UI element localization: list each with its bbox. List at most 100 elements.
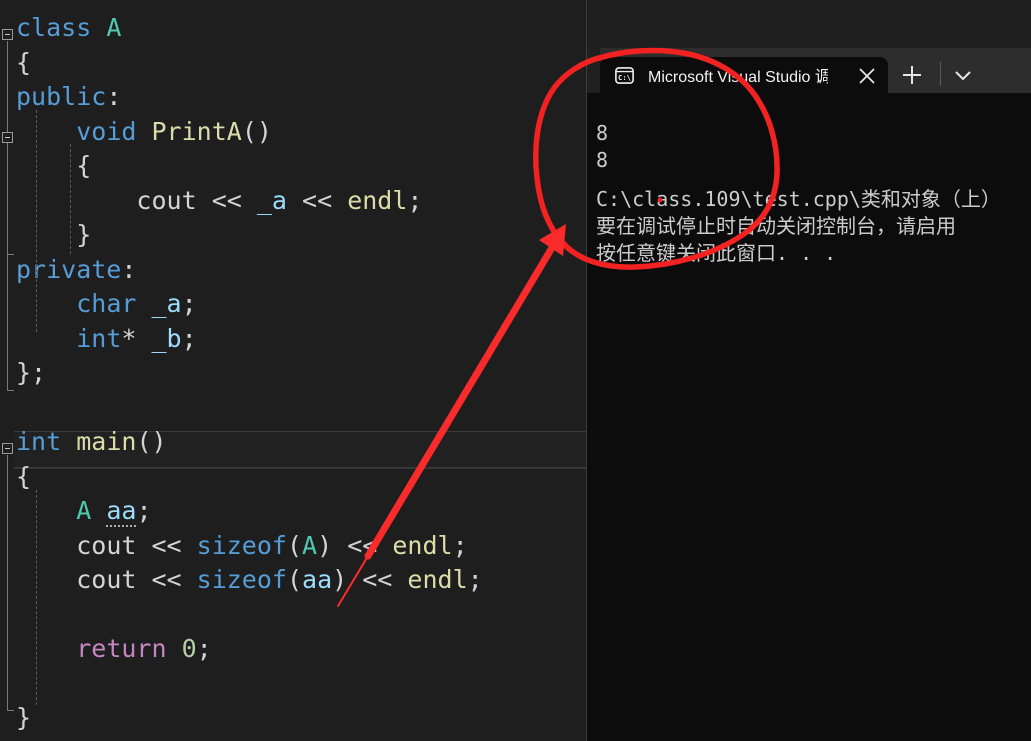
- code-token: int: [16, 427, 62, 456]
- code-token: ;: [181, 289, 197, 318]
- code-token: *: [121, 323, 137, 353]
- code-token: ;: [452, 530, 468, 560]
- code-token: _a: [151, 289, 182, 318]
- code-token: ): [317, 530, 333, 560]
- terminal-output-line: 8: [596, 148, 609, 172]
- code-token: A: [76, 496, 92, 525]
- code-token: cout: [76, 565, 137, 594]
- code-token: }: [16, 220, 92, 249]
- terminal-output-line: 要在调试停止时自动关闭控制台，请启用: [596, 214, 956, 238]
- code-token: char: [76, 289, 137, 318]
- terminal-output-line: 按任意键关闭此窗口. . .: [596, 241, 837, 265]
- code-token: _b: [151, 323, 182, 353]
- new-tab-icon[interactable]: [897, 60, 927, 90]
- fold-marker-main[interactable]: [2, 443, 13, 454]
- code-token: {: [16, 151, 92, 180]
- console-icon: C:\: [615, 66, 634, 84]
- fold-marker-class-a[interactable]: [2, 29, 13, 40]
- indent-guide-1: [36, 110, 38, 332]
- chevron-down-icon[interactable]: [950, 62, 976, 88]
- code-token: ;: [136, 496, 152, 525]
- code-line: public:: [16, 80, 121, 115]
- svg-text:C:\: C:\: [618, 73, 631, 82]
- code-line: cout << sizeof(A) << endl;: [16, 529, 468, 564]
- code-token: <<: [136, 565, 197, 594]
- code-token: cout: [76, 530, 137, 560]
- code-line: class A: [16, 11, 121, 46]
- close-icon[interactable]: [856, 65, 878, 87]
- code-token: public: [16, 82, 107, 111]
- code-token: cout: [136, 185, 197, 215]
- code-line: private:: [16, 253, 136, 288]
- code-token: class: [16, 13, 92, 42]
- fold-marker-printa[interactable]: [2, 132, 13, 143]
- code-token: sizeof: [196, 530, 287, 560]
- code-line: char _a;: [16, 287, 197, 322]
- terminal-tabbar-left-strip: [587, 48, 600, 93]
- code-token: ;: [467, 565, 483, 594]
- terminal-panel[interactable]: C:\ Microsoft Visual Studio 调试控 8: [587, 0, 1031, 741]
- terminal-output-line: C:\class.109\test.cpp\类和对象（上）: [596, 187, 1001, 211]
- code-text-area[interactable]: class A{public: void PrintA() { cout << …: [16, 0, 587, 741]
- code-line: {: [16, 149, 91, 184]
- editor-fold-gutter[interactable]: [0, 0, 16, 741]
- code-token: }: [16, 703, 32, 732]
- code-token: endl: [407, 565, 468, 594]
- code-token: return: [76, 634, 167, 663]
- code-token: <<: [136, 530, 197, 560]
- code-token: ;: [181, 323, 197, 353]
- code-editor[interactable]: class A{public: void PrintA() { cout << …: [0, 0, 587, 741]
- code-line: return 0;: [16, 632, 212, 667]
- code-token: sizeof: [196, 565, 287, 594]
- code-line: cout << sizeof(aa) << endl;: [16, 563, 483, 598]
- code-token: :: [121, 254, 137, 284]
- code-token: A: [106, 13, 122, 42]
- code-line: int main(): [16, 425, 167, 460]
- code-token: (: [286, 530, 303, 560]
- code-token: <<: [196, 185, 257, 215]
- code-line: };: [16, 356, 46, 391]
- code-token: <<: [347, 565, 408, 594]
- terminal-output-line: 8: [596, 121, 609, 145]
- fold-guide-line-printa: [7, 144, 8, 254]
- code-token: <<: [332, 530, 393, 560]
- code-token: (: [286, 565, 303, 594]
- terminal-title-strip: [587, 0, 1031, 48]
- code-token: };: [16, 358, 47, 387]
- terminal-output[interactable]: 8 8 C:\class.109\test.cpp\类和对象（上） 要在调试停止时自动…: [587, 93, 1031, 741]
- code-token: aa: [106, 496, 137, 527]
- code-token: _a: [256, 185, 287, 215]
- code-token: PrintA: [151, 116, 242, 146]
- code-token: ): [332, 565, 348, 594]
- code-token: {: [16, 461, 32, 491]
- code-token: aa: [302, 565, 333, 594]
- code-token: endl: [347, 185, 408, 215]
- toolbar-separator: [940, 62, 941, 86]
- code-token: endl: [392, 530, 453, 560]
- code-line: {: [16, 460, 31, 495]
- code-token: (): [241, 116, 272, 146]
- code-token: main: [76, 427, 137, 456]
- fold-guide-foot-printa: [7, 254, 14, 255]
- code-line: int* _b;: [16, 322, 197, 357]
- terminal-tab-active[interactable]: C:\ Microsoft Visual Studio 调试控: [600, 57, 888, 93]
- app-root: class A{public: void PrintA() { cout << …: [0, 0, 1031, 741]
- fold-guide-line-main: [7, 455, 8, 710]
- code-token: <<: [286, 185, 348, 215]
- code-token: int: [76, 323, 122, 353]
- code-token: void: [76, 116, 137, 146]
- terminal-tab-title: Microsoft Visual Studio 调试控: [648, 69, 828, 86]
- indent-guide-2: [70, 144, 72, 254]
- code-token: ;: [196, 634, 212, 663]
